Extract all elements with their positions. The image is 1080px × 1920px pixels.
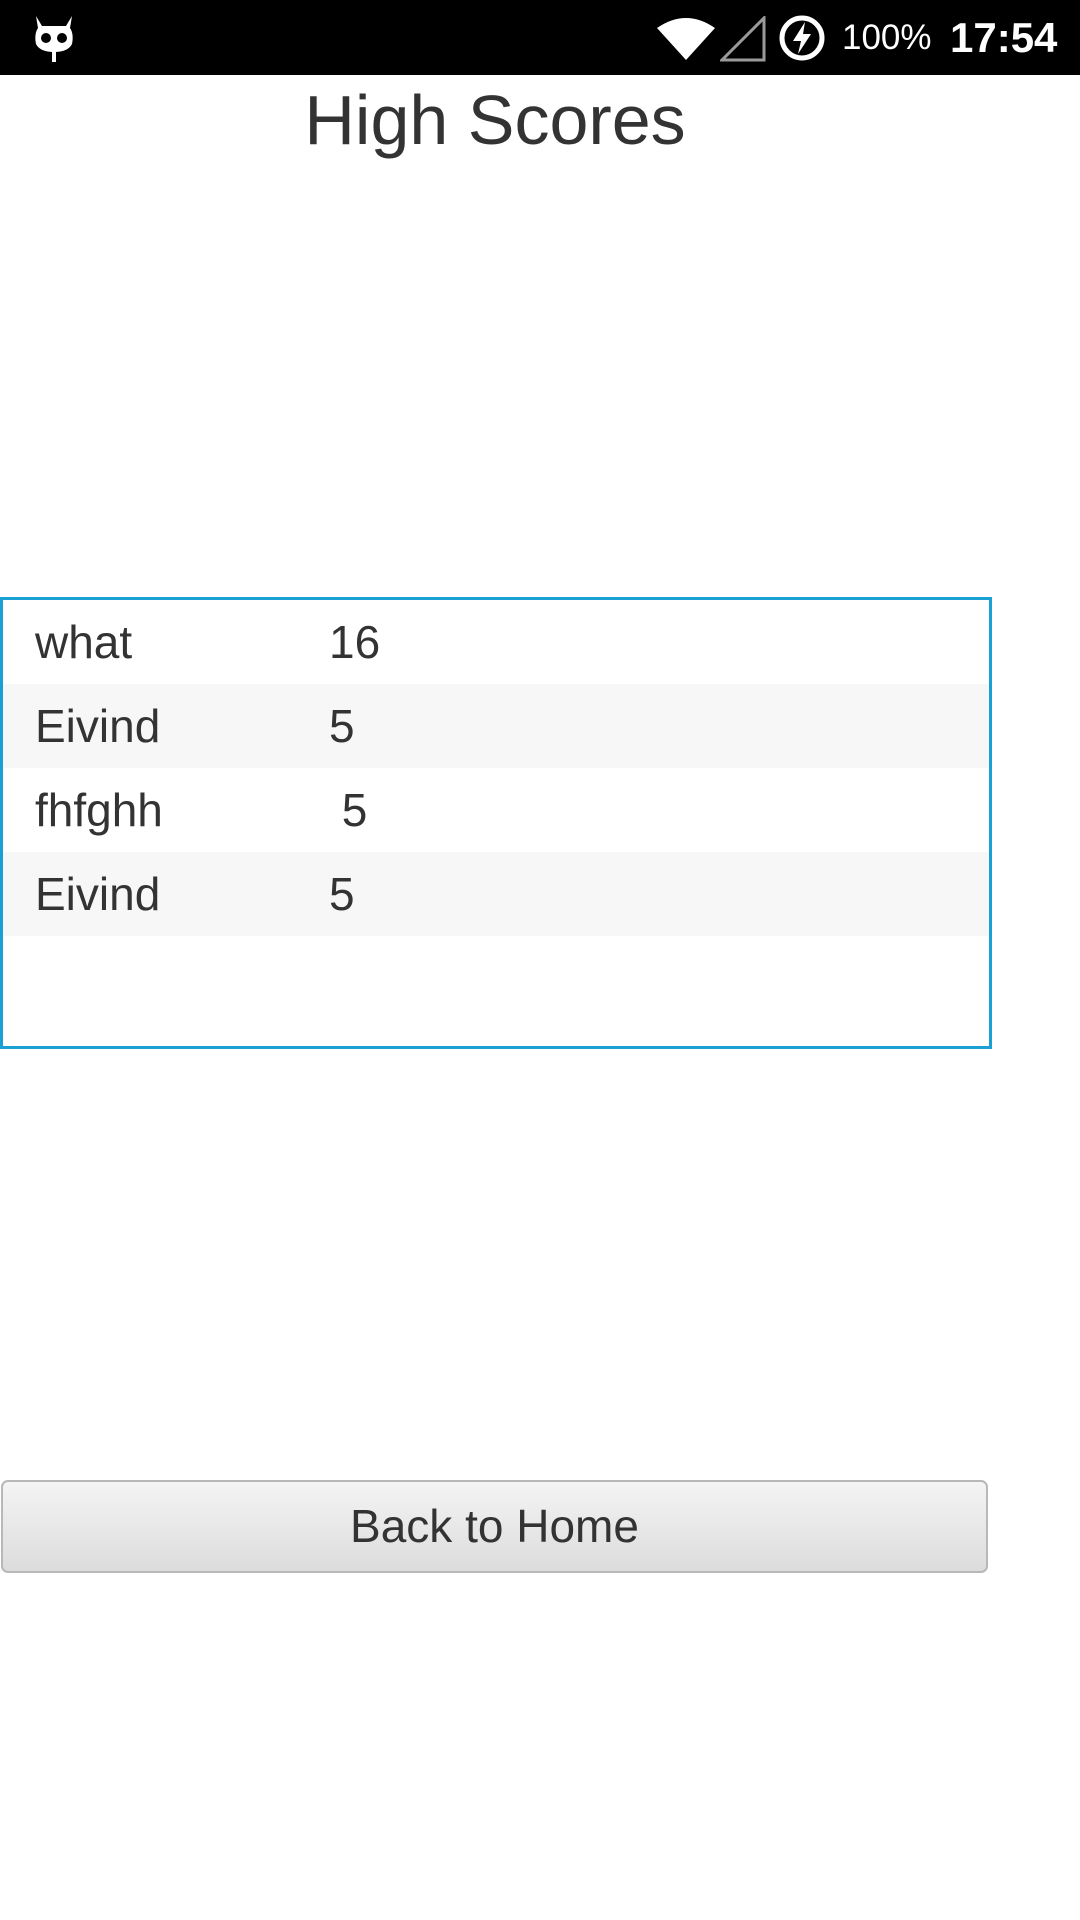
list-item[interactable]: Eivind 5 [3,684,989,768]
page-title: High Scores [304,81,686,159]
player-name: fhfghh [35,784,163,836]
list-item[interactable]: Eivind 5 [3,852,989,936]
player-score: 16 [329,616,381,668]
list-item[interactable]: fhfghh 5 [3,768,989,852]
status-bar: 100% 17:54 [0,0,1080,75]
player-name: Eivind [35,700,161,752]
battery-charging-icon [779,15,825,61]
cell-signal-icon [720,16,766,62]
high-scores-list[interactable]: what 16 Eivind 5 fhfghh 5 Eivind 5 [0,597,992,1049]
player-name: what [35,616,133,668]
list-item[interactable] [3,936,989,1020]
player-score: 5 [329,784,368,836]
battery-percent: 100% [842,18,932,57]
player-name: Eivind [35,868,161,920]
player-score: 5 [329,700,355,752]
android-debug-icon [35,16,73,62]
list-item[interactable]: what 16 [3,600,989,684]
back-to-home-button[interactable]: Back to Home [1,1480,988,1573]
wifi-icon [657,18,715,60]
clock: 17:54 [950,14,1058,61]
player-score: 5 [329,868,355,920]
